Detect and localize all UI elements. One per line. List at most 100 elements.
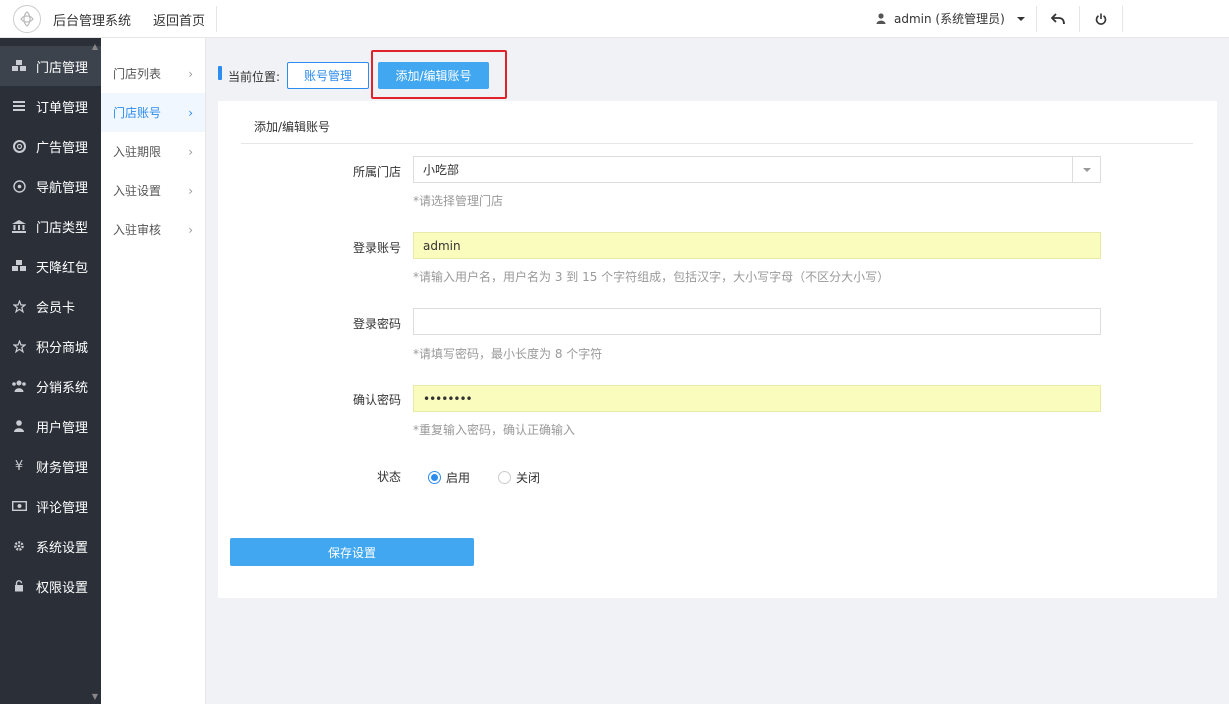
chevron-right-icon: › <box>188 183 193 198</box>
radio-unchecked-icon <box>498 471 512 484</box>
sidebar-item-label: 用户管理 <box>36 420 89 436</box>
sidebar-item-store-type[interactable]: 门店类型 <box>0 206 101 246</box>
sidebar-item-store[interactable]: 门店管理 <box>0 46 101 86</box>
submenu-item-label: 门店列表 <box>113 67 162 81</box>
home-link[interactable]: 返回首页 <box>153 10 205 29</box>
username-label: 登录账号 <box>352 241 401 255</box>
money-icon <box>10 499 28 513</box>
account-management-button[interactable]: 账号管理 <box>287 62 369 89</box>
divider <box>1122 6 1123 32</box>
power-icon <box>1095 13 1107 25</box>
username-hint: *请输入用户名，用户名为 3 到 15 个字符组成，包括汉字，大小写字母（不区分… <box>413 270 890 284</box>
chevron-right-icon: › <box>188 66 193 81</box>
submenu-item-entry-period[interactable]: 入驻期限 › <box>101 132 205 171</box>
sidebar-item-label: 天降红包 <box>36 260 89 276</box>
sidebar-item-label: 权限设置 <box>36 580 89 596</box>
sidebar-item-label: 系统设置 <box>36 540 89 556</box>
sidebar-item-comments[interactable]: 评论管理 <box>0 486 101 526</box>
panel-title: 添加/编辑账号 <box>254 120 331 134</box>
submenu-item-entry-settings[interactable]: 入驻设置 › <box>101 171 205 210</box>
submenu-item-entry-review[interactable]: 入驻审核 › <box>101 210 205 249</box>
confirm-password-value: •••••••• <box>423 391 473 406</box>
submenu-item-label: 门店账号 <box>113 106 162 120</box>
scroll-down-arrow[interactable]: ▼ <box>89 690 101 702</box>
divider <box>1079 6 1080 32</box>
yen-icon: ¥ <box>14 458 24 474</box>
sidebar-item-label: 会员卡 <box>36 300 76 316</box>
confirm-password-hint: *重复输入密码，确认正确输入 <box>413 423 576 437</box>
list-icon <box>10 99 28 113</box>
lifebuoy-icon <box>10 139 28 153</box>
sidebar-item-system-settings[interactable]: 系统设置 <box>0 526 101 566</box>
divider <box>1036 6 1037 32</box>
scroll-up-arrow[interactable]: ▲ <box>89 40 101 52</box>
confirm-password-label: 确认密码 <box>352 393 401 407</box>
divider <box>241 143 1193 144</box>
submenu-item-label: 入驻审核 <box>113 223 162 237</box>
submenu-item-label: 入驻期限 <box>113 145 162 159</box>
password-label: 登录密码 <box>352 317 401 331</box>
save-settings-button[interactable]: 保存设置 <box>230 538 474 566</box>
submenu-item-store-list[interactable]: 门店列表 › <box>101 54 205 93</box>
store-select[interactable]: 小吃部 <box>413 156 1101 183</box>
app-title: 后台管理系统 <box>53 14 132 29</box>
chevron-right-icon: › <box>188 222 193 237</box>
user-icon <box>10 419 28 433</box>
add-edit-account-button[interactable]: 添加/编辑账号 <box>378 62 489 89</box>
logout-button[interactable] <box>1091 9 1111 29</box>
submenu-item-store-account[interactable]: 门店账号 › <box>101 93 205 132</box>
back-button[interactable] <box>1048 9 1068 29</box>
status-off-label: 关闭 <box>516 471 541 485</box>
breadcrumb-marker <box>218 66 222 80</box>
compass-icon <box>10 179 28 193</box>
submenu-item-label: 入驻设置 <box>113 184 162 198</box>
radio-checked-icon <box>428 471 441 484</box>
sidebar-item-member-card[interactable]: 会员卡 <box>0 286 101 326</box>
cubes-icon <box>10 59 28 73</box>
status-radio-group: 启用 关闭 <box>428 469 568 486</box>
sidebar-item-finance[interactable]: ¥ 财务管理 <box>0 446 101 486</box>
password-input[interactable] <box>413 308 1101 335</box>
logo <box>13 5 41 33</box>
sidebar-item-label: 门店类型 <box>36 220 89 236</box>
status-on-radio[interactable]: 启用 <box>428 469 470 486</box>
sidebar-item-label: 广告管理 <box>36 140 89 156</box>
chevron-down-icon <box>1016 16 1025 21</box>
logo-icon <box>20 11 34 27</box>
sidebar: 门店管理 订单管理 广告管理 导航管理 门店类型 天降红包 会员卡 积分商城 分… <box>0 38 101 704</box>
sidebar-item-distribution[interactable]: 分销系统 <box>0 366 101 406</box>
username-value: admin <box>423 238 461 253</box>
top-bar: 后台管理系统 返回首页 admin (系统管理员) <box>0 0 1229 38</box>
sidebar-item-label: 分销系统 <box>36 380 89 396</box>
store-hint: *请选择管理门店 <box>413 194 504 208</box>
store-label: 所属门店 <box>352 165 401 179</box>
sidebar-item-nav[interactable]: 导航管理 <box>0 166 101 206</box>
submenu-panel: 门店列表 › 门店账号 › 入驻期限 › 入驻设置 › 入驻审核 › <box>101 38 206 704</box>
form-panel: 添加/编辑账号 所属门店 小吃部 *请选择管理门店 登录账号 admin *请输… <box>218 101 1217 598</box>
cubes-icon <box>10 259 28 273</box>
reply-icon <box>1051 13 1065 25</box>
sidebar-item-orders[interactable]: 订单管理 <box>0 86 101 126</box>
user-icon <box>876 13 886 24</box>
sidebar-item-label: 财务管理 <box>36 460 89 476</box>
sidebar-item-users[interactable]: 用户管理 <box>0 406 101 446</box>
status-off-radio[interactable]: 关闭 <box>498 469 540 486</box>
status-label: 状态 <box>376 470 401 484</box>
sidebar-item-label: 导航管理 <box>36 180 89 196</box>
chevron-right-icon: › <box>188 144 193 159</box>
sidebar-item-points-mall[interactable]: 积分商城 <box>0 326 101 366</box>
sidebar-item-red-packet[interactable]: 天降红包 <box>0 246 101 286</box>
user-menu[interactable]: admin (系统管理员) <box>876 10 1025 27</box>
breadcrumb-label: 当前位置: <box>228 70 281 84</box>
password-hint: *请填写密码，最小长度为 8 个字符 <box>413 347 603 361</box>
sidebar-item-label: 订单管理 <box>36 100 89 116</box>
gear-icon <box>10 539 28 553</box>
username-input[interactable]: admin <box>413 232 1101 259</box>
sidebar-item-ads[interactable]: 广告管理 <box>0 126 101 166</box>
confirm-password-input[interactable]: •••••••• <box>413 385 1101 412</box>
sidebar-item-label: 门店管理 <box>36 60 89 76</box>
sidebar-item-permissions[interactable]: 权限设置 <box>0 566 101 606</box>
sidebar-item-label: 评论管理 <box>36 500 89 516</box>
star-icon <box>10 299 28 313</box>
sidebar-item-label: 积分商城 <box>36 340 89 356</box>
